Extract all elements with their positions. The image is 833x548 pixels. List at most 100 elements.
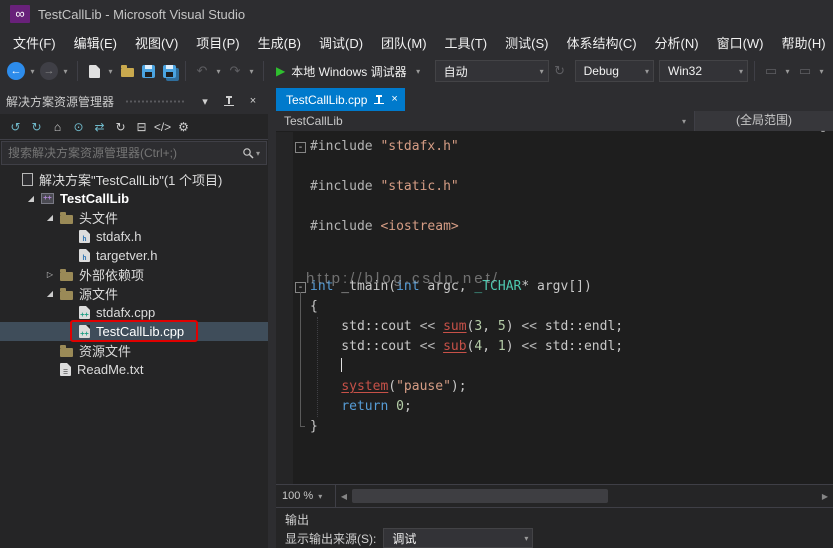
code-line-6[interactable] [276, 237, 833, 257]
menu-item-6[interactable]: 团队(M) [372, 28, 436, 54]
code-line-5[interactable]: #include <iostream> [276, 217, 833, 237]
tree-expanded-arrow-icon[interactable]: ◢ [42, 213, 58, 222]
search-icon[interactable] [242, 147, 254, 159]
scope-dropdown[interactable]: (全局范围)▾ [695, 111, 833, 137]
menu-item-8[interactable]: 测试(S) [496, 28, 557, 54]
collapse-all-icon[interactable]: ⊟ [132, 117, 151, 136]
tab-testcalllib-cpp[interactable]: TestCallLib.cpp × [276, 88, 405, 111]
new-file-button[interactable] [84, 61, 104, 81]
undo-caret-icon[interactable]: ▾ [213, 67, 224, 76]
code-line-3[interactable]: #include "static.h" [276, 177, 833, 197]
menu-item-3[interactable]: 项目(P) [187, 28, 248, 54]
toolbar-options-button[interactable]: ▭ [795, 61, 815, 81]
nav-back-icon[interactable]: ↺ [6, 117, 25, 136]
code-line-2[interactable] [276, 157, 833, 177]
menu-item-1[interactable]: 编辑(E) [65, 28, 126, 54]
navigate-backward-button[interactable]: ← [7, 62, 25, 80]
new-file-caret-icon[interactable]: ▾ [105, 67, 116, 76]
redo-caret-icon[interactable]: ▾ [246, 67, 257, 76]
start-debugging-button[interactable]: ▶ 本地 Windows 调试器 ▾ [270, 59, 430, 83]
open-file-button[interactable] [117, 61, 137, 81]
horizontal-scrollbar[interactable]: ◀ ▶ [336, 485, 833, 507]
menu-item-9[interactable]: 体系结构(C) [557, 28, 645, 54]
close-tab-icon[interactable]: × [391, 94, 397, 105]
toolbar-options-caret-icon[interactable]: ▾ [816, 67, 827, 76]
switch-views-icon[interactable]: ⊙ [69, 117, 88, 136]
menu-item-5[interactable]: 调试(D) [310, 28, 372, 54]
fold-collapse-icon[interactable]: - [295, 142, 306, 153]
scroll-left-icon[interactable]: ◀ [336, 485, 352, 507]
scroll-right-icon[interactable]: ▶ [817, 485, 833, 507]
tree-item-file-targetver-h[interactable]: h targetver.h [0, 246, 268, 265]
pin-tab-icon[interactable] [374, 95, 385, 104]
undo-button[interactable]: ↶ [192, 61, 212, 81]
auto-hide-pin-icon[interactable] [220, 92, 238, 110]
search-input[interactable] [8, 146, 242, 160]
find-caret-icon[interactable]: ▾ [782, 67, 793, 76]
refresh-icon[interactable]: ↻ [111, 117, 130, 136]
code-line-7[interactable] [276, 257, 833, 277]
debug-type-dropdown[interactable]: 自动 ▾ [434, 60, 549, 82]
tree-item-file-testcalllib-cpp[interactable]: ++ TestCallLib.cpp [0, 320, 268, 342]
navigate-forward-button[interactable]: → [40, 62, 58, 80]
code-line-10[interactable]: std::cout << sum(3, 5) << std::endl; [276, 317, 833, 337]
solution-configuration-dropdown[interactable]: Debug ▾ [574, 60, 654, 82]
navigate-backward-caret-icon[interactable]: ▾ [27, 67, 38, 76]
tree-item-file-stdafx-cpp[interactable]: ++ stdafx.cpp [0, 303, 268, 322]
redo-button[interactable]: ↷ [225, 61, 245, 81]
nav-forward-icon[interactable]: ↻ [27, 117, 46, 136]
tree-item-file-stdafx-h[interactable]: h stdafx.h [0, 227, 268, 246]
code-editor[interactable]: - #include "stdafx.h" #include "static.h" #… [276, 132, 833, 484]
view-code-icon[interactable]: </> [153, 117, 172, 136]
menu-item-2[interactable]: 视图(V) [126, 28, 187, 54]
code-line-8[interactable]: - int _tmain(int argc, _TCHAR* argv[]) [276, 277, 833, 297]
types-dropdown[interactable]: TestCallLib ▾ [276, 111, 695, 131]
code-line-11[interactable]: std::cout << sub(4, 1) << std::endl; [276, 337, 833, 357]
tree-item-file-readme-txt[interactable]: ≡ ReadMe.txt [0, 360, 268, 379]
scrollbar-thumb[interactable] [352, 489, 608, 503]
tree-item-folder-headers[interactable]: ◢ 头文件 [0, 208, 268, 227]
tree-item-folder-resources[interactable]: 资源文件 [0, 341, 268, 360]
panel-drag-grip[interactable] [124, 98, 186, 104]
close-panel-icon[interactable]: × [244, 92, 262, 110]
tree-item-folder-external-dependencies[interactable]: ▷ 外部依赖项 [0, 265, 268, 284]
code-line-4[interactable] [276, 197, 833, 217]
properties-icon[interactable]: ⚙ [174, 117, 193, 136]
tree-item-folder-sources[interactable]: ◢ 源文件 [0, 284, 268, 303]
home-icon[interactable]: ⌂ [48, 117, 67, 136]
menu-item-4[interactable]: 生成(B) [249, 28, 310, 54]
refresh-button[interactable]: ↻ [550, 61, 570, 81]
file-h-icon: h [79, 230, 90, 243]
code-line-14[interactable]: return 0; [276, 397, 833, 417]
menu-item-12[interactable]: 帮助(H) [773, 28, 833, 54]
menu-item-11[interactable]: 窗口(W) [708, 28, 773, 54]
panel-splitter[interactable] [268, 88, 276, 548]
menu-item-0[interactable]: 文件(F) [4, 28, 65, 54]
code-line-1[interactable]: - #include "stdafx.h" [276, 137, 833, 157]
find-in-files-button[interactable]: ▭ [761, 61, 781, 81]
sync-with-active-document-icon[interactable]: ⇄ [90, 117, 109, 136]
code-line-15[interactable]: } [276, 417, 833, 437]
window-position-menu-icon[interactable]: ▾ [196, 92, 214, 110]
menu-item-7[interactable]: 工具(T) [436, 28, 497, 54]
save-all-button[interactable] [159, 61, 179, 81]
tree-item-label: TestCallLib.cpp [96, 324, 185, 339]
save-button[interactable] [138, 61, 158, 81]
output-source-dropdown[interactable]: 调试 ▾ [383, 528, 534, 548]
search-options-caret-icon[interactable]: ▾ [254, 149, 262, 158]
code-line-13[interactable]: system("pause"); [276, 377, 833, 397]
tree-collapsed-arrow-icon[interactable]: ▷ [42, 270, 58, 279]
editor-tab-bar: TestCallLib.cpp × [276, 88, 833, 111]
tree-expanded-arrow-icon[interactable]: ◢ [23, 194, 39, 203]
code-line-12[interactable] [276, 357, 833, 377]
tree-expanded-arrow-icon[interactable]: ◢ [42, 289, 58, 298]
zoom-selector[interactable]: 100 % ▾ [276, 485, 336, 507]
menu-item-10[interactable]: 分析(N) [646, 28, 708, 54]
code-line-9[interactable]: { [276, 297, 833, 317]
scrollbar-track[interactable] [352, 485, 817, 507]
navigate-forward-caret-icon[interactable]: ▾ [60, 67, 71, 76]
tree-item-solution[interactable]: 解决方案"TestCallLib"(1 个项目) [0, 170, 268, 189]
tree-item-project-testcalllib[interactable]: ◢ ++ TestCallLib [0, 189, 268, 208]
solution-platform-dropdown[interactable]: Win32 ▾ [659, 60, 748, 82]
